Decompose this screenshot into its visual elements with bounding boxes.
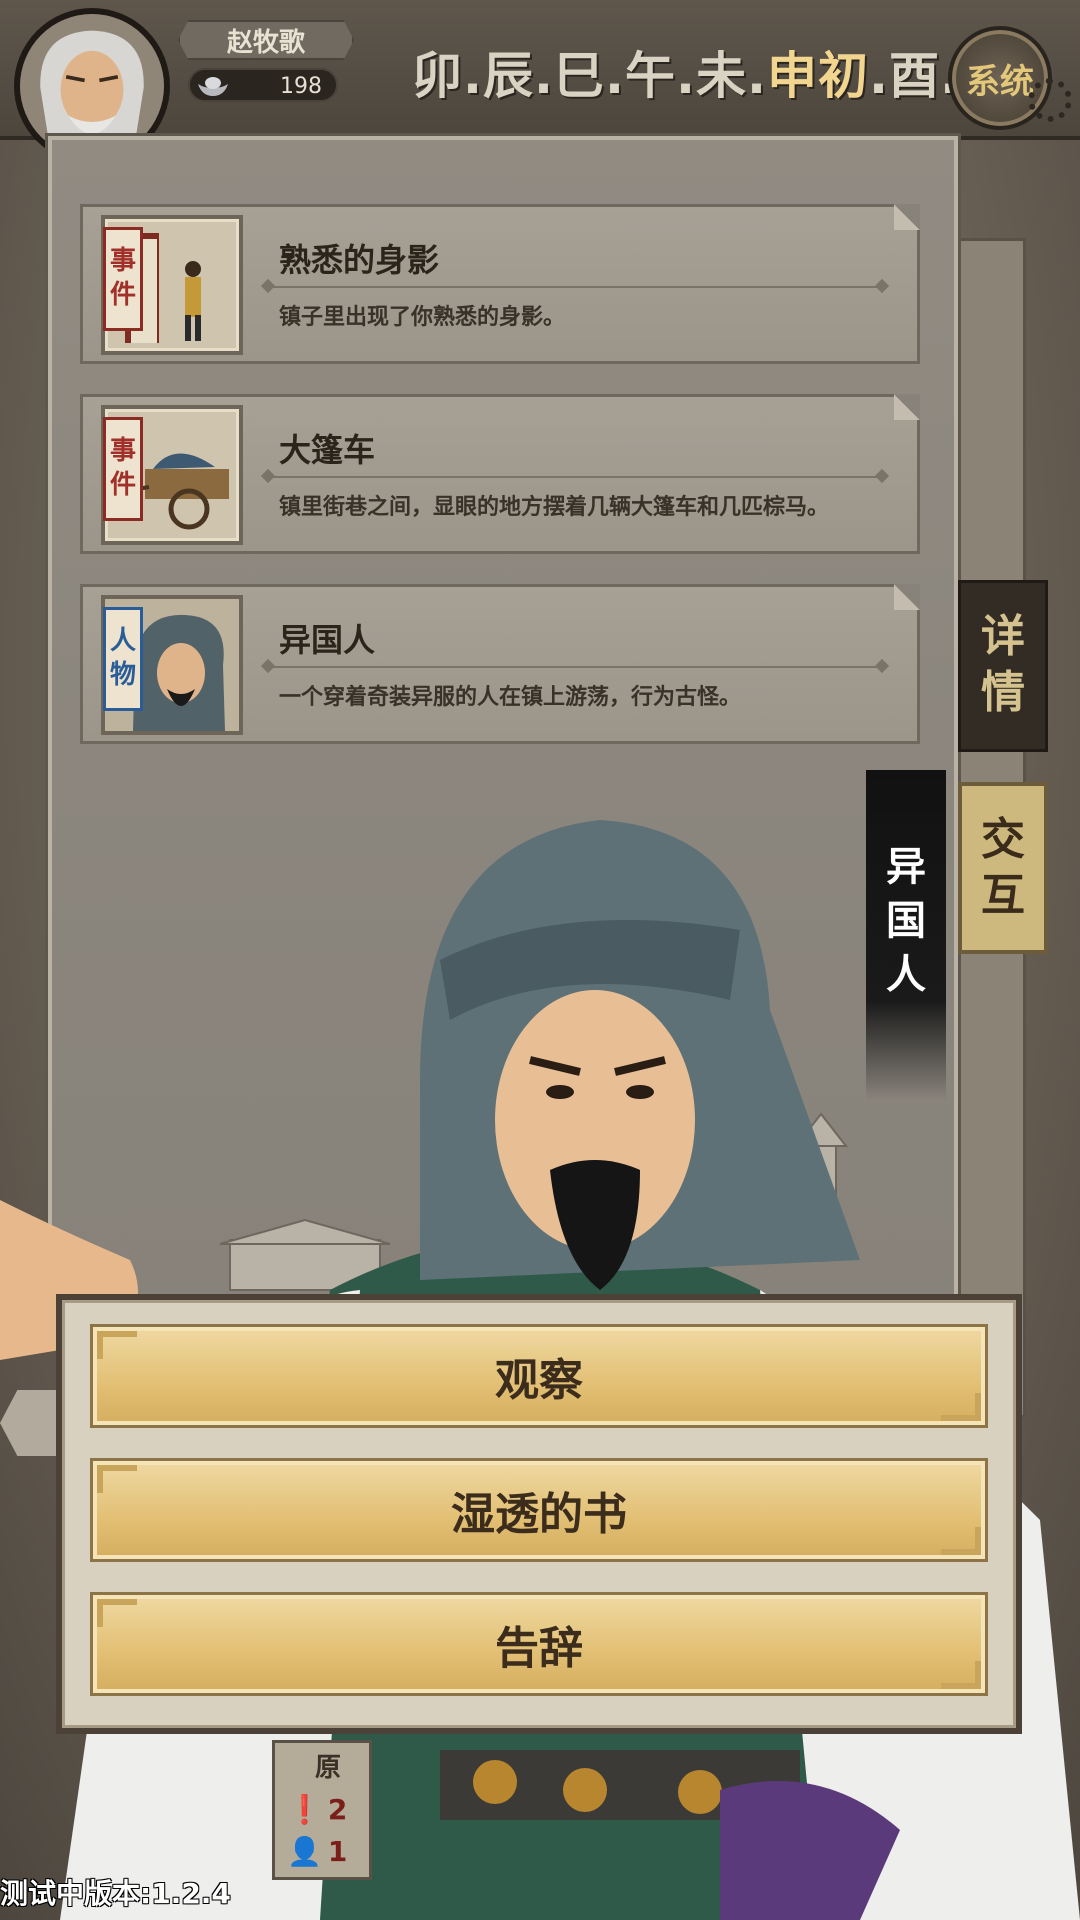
divider — [263, 476, 887, 478]
person-icon: 👤 — [287, 1835, 322, 1868]
resource-row: 👤 1 — [287, 1835, 348, 1868]
time-of-day-bar: 卯.辰.巳.午.未.申初.酉.戌 — [412, 36, 1011, 108]
option-wet-book-button[interactable]: 湿透的书 — [90, 1458, 988, 1562]
player-name: 赵牧歌 — [178, 20, 354, 60]
page-fold — [894, 204, 920, 230]
resource-row: ❗ 2 — [287, 1793, 348, 1826]
event-card[interactable]: 人物 异国人 一个穿着奇装异服的人在镇上游荡，行为古怪。 — [80, 584, 920, 744]
option-observe-button[interactable]: 观察 — [90, 1324, 988, 1428]
time-slot: 酉 — [889, 47, 940, 105]
time-separator: . — [605, 47, 625, 105]
time-separator: . — [676, 47, 696, 105]
event-thumbnail: 人物 — [101, 595, 243, 735]
event-thumbnail: 事件 — [101, 405, 243, 545]
gear-icon — [1028, 78, 1072, 122]
resource-panel: 原 ❗ 2 👤 1 — [272, 1740, 372, 1880]
silver-ingot-icon — [198, 77, 228, 96]
time-slot: 辰 — [483, 47, 534, 105]
event-card[interactable]: 事件 大篷车 镇里街巷之间，显眼的地方摆着几辆大篷车和几匹棕马。 — [80, 394, 920, 554]
time-separator: . — [747, 47, 767, 105]
event-title: 大篷车 — [279, 431, 376, 469]
divider — [263, 286, 887, 288]
character-type-tag: 人物 — [103, 607, 143, 711]
silver-counter: 198 — [188, 68, 338, 102]
event-title: 熟悉的身影 — [279, 241, 440, 279]
time-slot: 卯 — [412, 47, 463, 105]
top-bar: 赵牧歌 198 卯.辰.巳.午.未.申初.酉.戌 系统 — [0, 0, 1080, 164]
version-label: 测试中版本:1.2.4 — [0, 1877, 231, 1910]
character-name: 异 国 人 — [886, 844, 926, 998]
event-description: 一个穿着奇装异服的人在镇上游荡，行为古怪。 — [279, 685, 742, 710]
time-slot: 午 — [625, 47, 676, 105]
event-type-tag: 事件 — [103, 227, 143, 331]
resource-panel-header: 原 — [315, 1753, 342, 1783]
time-separator: . — [534, 47, 554, 105]
page-fold — [894, 584, 920, 610]
event-title: 异国人 — [279, 621, 376, 659]
page-fold — [894, 394, 920, 420]
interaction-dialog: 观察 湿透的书 告辞 — [56, 1294, 1022, 1734]
event-type-tag: 事件 — [103, 417, 143, 521]
event-description: 镇子里出现了你熟悉的身影。 — [279, 305, 566, 330]
alert-icon: ❗ — [287, 1793, 322, 1826]
time-slot: 申初 — [767, 47, 869, 105]
event-description: 镇里街巷之间，显眼的地方摆着几辆大篷车和几匹棕马。 — [279, 495, 830, 520]
tab-detail[interactable]: 详 情 — [958, 580, 1048, 752]
silver-value: 198 — [280, 74, 322, 99]
time-separator: . — [869, 47, 889, 105]
option-leave-button[interactable]: 告辞 — [90, 1592, 988, 1696]
event-thumbnail: 事件 — [101, 215, 243, 355]
character-name-banner: 异 国 人 — [866, 770, 946, 1100]
event-card[interactable]: 事件 熟悉的身影 镇子里出现了你熟悉的身影。 — [80, 204, 920, 364]
time-separator: . — [463, 47, 483, 105]
time-slot: 巳 — [554, 47, 605, 105]
divider — [263, 666, 887, 668]
time-slot: 未 — [696, 47, 747, 105]
